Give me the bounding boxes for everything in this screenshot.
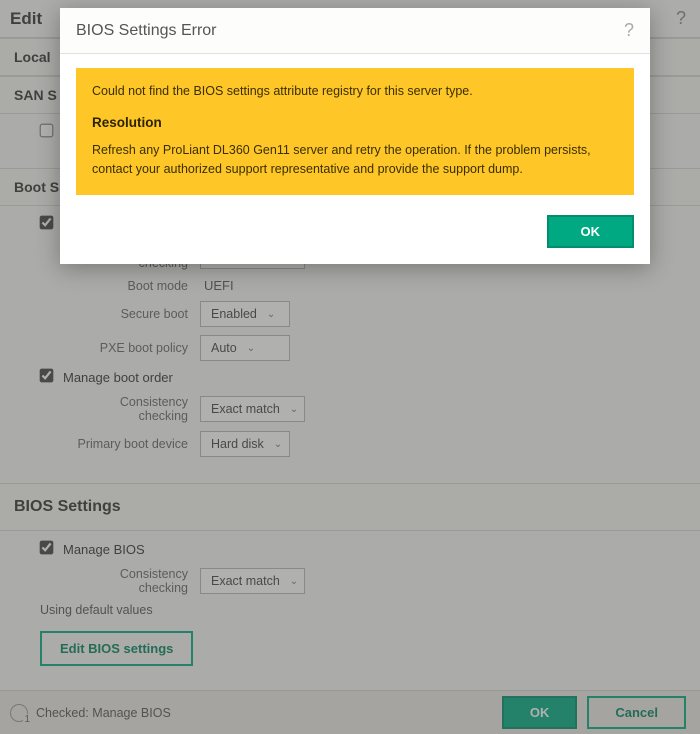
- modal-header: BIOS Settings Error ?: [60, 8, 650, 54]
- resolution-heading: Resolution: [92, 113, 618, 133]
- bios-error-modal: BIOS Settings Error ? Could not find the…: [60, 8, 650, 264]
- modal-title: BIOS Settings Error: [76, 22, 217, 40]
- warning-alert: Could not find the BIOS settings attribu…: [76, 68, 634, 195]
- alert-message: Could not find the BIOS settings attribu…: [92, 82, 618, 101]
- modal-ok-button[interactable]: OK: [547, 215, 635, 248]
- modal-help-icon[interactable]: ?: [624, 20, 634, 41]
- resolution-text: Refresh any ProLiant DL360 Gen11 server …: [92, 141, 618, 179]
